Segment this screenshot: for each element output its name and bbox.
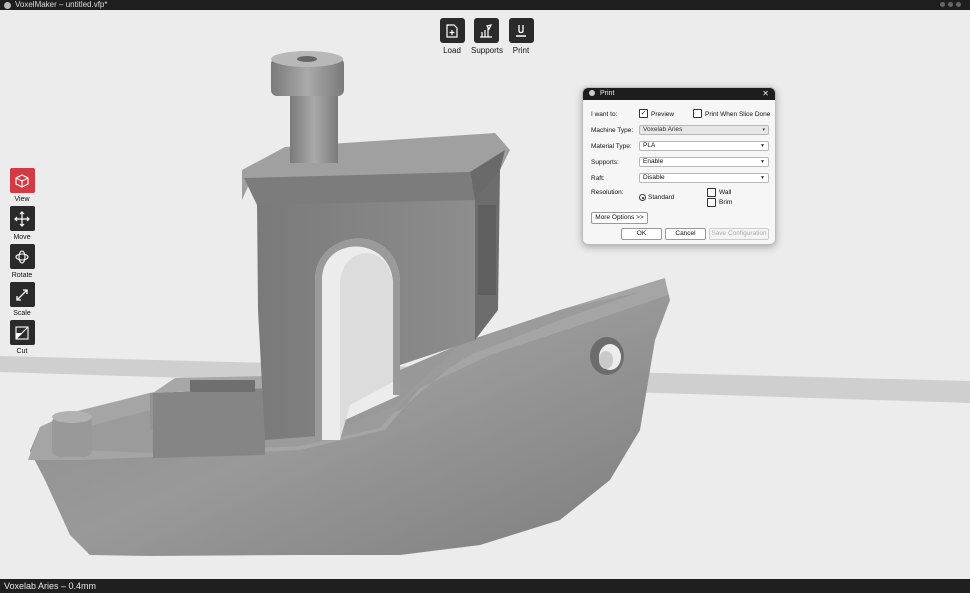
more-options-button[interactable]: More Options >> — [591, 212, 648, 224]
wall-label: Wall — [719, 189, 732, 196]
i-want-to-label: I want to: — [591, 111, 618, 118]
cut-button[interactable] — [9, 320, 35, 345]
boat-model-scene[interactable] — [0, 10, 970, 579]
print-when-slice-done-checkbox[interactable] — [693, 109, 702, 118]
ok-button[interactable]: OK — [621, 228, 662, 240]
brim-label: Brim — [719, 199, 733, 206]
app-logo-icon — [4, 1, 11, 9]
print-dialog-header: Print ✕ — [583, 88, 775, 100]
rotate-icon — [15, 249, 29, 264]
cut-icon — [15, 325, 29, 340]
window-controls[interactable] — [940, 2, 962, 8]
cut-tool[interactable]: Cut — [8, 320, 36, 355]
load-label: Load — [443, 46, 461, 55]
resolution-standard-label: Standard — [648, 194, 675, 201]
view-button[interactable] — [9, 168, 35, 193]
cut-label: Cut — [16, 348, 28, 355]
view-label: View — [14, 196, 30, 203]
print-dialog-title: Print — [600, 90, 615, 97]
chevron-down-icon: ▼ — [760, 159, 765, 165]
supports-button[interactable] — [473, 18, 499, 43]
status-bar: Voxelab Aries – 0.4mm — [0, 579, 970, 593]
material-type-select[interactable]: PLA ▼ — [639, 141, 769, 151]
print-button[interactable] — [508, 18, 534, 43]
title-bar: VoxelMaker – untitled.vfp* — [0, 0, 970, 10]
status-text: Voxelab Aries – 0.4mm — [4, 581, 97, 591]
preview-checkbox[interactable]: ✓ — [639, 109, 648, 118]
move-tool[interactable]: Move — [8, 206, 36, 241]
supports-select[interactable]: Enable ▼ — [639, 157, 769, 167]
print-icon — [516, 24, 526, 37]
cancel-button[interactable]: Cancel — [665, 228, 706, 240]
supports-label: Supports — [471, 46, 504, 55]
machine-type-label: Machine Type: — [591, 127, 634, 134]
print-tool[interactable]: Print — [506, 18, 536, 55]
close-icon[interactable]: ✕ — [762, 88, 769, 100]
rotate-button[interactable] — [9, 244, 35, 269]
3d-viewport[interactable] — [0, 10, 970, 579]
resolution-label: Resolution: — [591, 189, 624, 196]
scale-tool[interactable]: Scale — [8, 282, 36, 317]
print-when-slice-done-label: Print When Slice Done — [705, 111, 771, 118]
brim-checkbox[interactable] — [707, 198, 716, 207]
chevron-down-icon: ▾ — [762, 127, 765, 133]
machine-type-value: Voxelab Aries — [643, 126, 683, 133]
move-button[interactable] — [9, 206, 35, 231]
rotate-tool[interactable]: Rotate — [8, 244, 36, 279]
move-label: Move — [13, 234, 31, 241]
move-icon — [14, 210, 30, 227]
raft-label: Raft: — [591, 175, 605, 182]
machine-type-select[interactable]: Voxelab Aries ▾ — [639, 125, 769, 135]
window-title: VoxelMaker – untitled.vfp* — [15, 0, 108, 9]
view-tool[interactable]: View — [8, 168, 36, 203]
scale-label: Scale — [13, 310, 31, 317]
save-configuration-button[interactable]: Save Configuration — [709, 228, 769, 240]
print-dialog: Print ✕ I want to: ✓ Preview Print When … — [582, 87, 776, 245]
load-icon — [446, 23, 458, 38]
supports-value: Enable — [643, 158, 664, 165]
supports-tool[interactable]: Supports — [471, 18, 504, 55]
print-label: Print — [512, 46, 530, 55]
dialog-app-icon — [589, 90, 595, 96]
scale-icon — [16, 288, 28, 301]
material-type-value: PLA — [643, 142, 656, 149]
chevron-down-icon: ▼ — [760, 175, 765, 181]
supports-setting-label: Supports: — [591, 159, 619, 166]
preview-label: Preview — [651, 111, 675, 118]
supports-icon — [480, 23, 493, 38]
raft-select[interactable]: Disable ▼ — [639, 173, 769, 183]
view-cube-icon — [15, 173, 29, 188]
material-type-label: Material Type: — [591, 143, 632, 150]
resolution-standard-radio[interactable] — [639, 194, 646, 201]
scale-button[interactable] — [9, 282, 35, 307]
wall-checkbox[interactable] — [707, 188, 716, 197]
load-button[interactable] — [439, 18, 465, 43]
raft-value: Disable — [643, 174, 665, 181]
load-tool[interactable]: Load — [437, 18, 467, 55]
chevron-down-icon: ▼ — [760, 143, 765, 149]
rotate-label: Rotate — [11, 272, 33, 279]
